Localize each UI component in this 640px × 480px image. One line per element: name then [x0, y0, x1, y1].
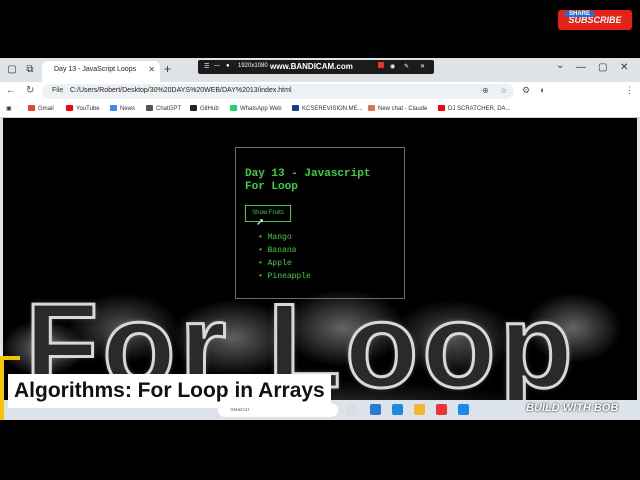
mouse-cursor-icon: ➚ [256, 217, 265, 228]
bookmarks-bar: ▣ Gmail YouTube News ChatGPT GitHub What… [0, 102, 640, 118]
window-close-icon[interactable]: ✕ [620, 62, 628, 73]
demo-card: Day 13 - Javascript For Loop Show Fruits… [235, 147, 405, 299]
zoom-icon[interactable]: ⊕ [482, 86, 489, 95]
file-scheme-label: File [52, 87, 64, 94]
bookmark-star-icon[interactable]: ☆ [500, 86, 507, 95]
window-maximize-icon[interactable]: ▢ [598, 62, 607, 73]
pen-icon[interactable]: ✎ [404, 63, 409, 70]
address-bar: ← ↻ File C:/Users/Robert/Desktop/30%20DA… [0, 82, 640, 102]
close-icon[interactable]: ✕ [420, 63, 425, 70]
bookmark-kcserevision[interactable]: KCSEREVISION.ME... [292, 105, 363, 112]
tab-active[interactable]: Day 13 - JavaScript Loops ✕ [42, 61, 160, 82]
gmail-icon [28, 105, 35, 111]
chevron-down-icon[interactable]: ⌄ [556, 60, 564, 71]
resolution-label: 1920x1080 [238, 63, 268, 69]
list-item: Mango [258, 233, 311, 246]
caption-accent-bar [0, 356, 4, 420]
list-item: Banana [258, 246, 311, 259]
show-fruits-button[interactable]: Show Fruits [245, 205, 291, 222]
bookmark-claude[interactable]: New chat - Claude [368, 105, 427, 112]
page-title: Day 13 - Javascript For Loop [245, 168, 371, 193]
record-indicator-icon[interactable] [378, 62, 384, 68]
news-icon [110, 105, 117, 111]
channel-brand: BUILD WITH BOB [526, 402, 619, 414]
caption-accent-corner [0, 356, 20, 360]
bookmark-github[interactable]: GitHub [190, 105, 219, 112]
reload-icon[interactable]: ↻ [26, 85, 34, 96]
tab-bar: ▢ ⧉ Day 13 - JavaScript Loops ✕ + ☰ — ● … [0, 58, 640, 82]
list-item: Apple [258, 259, 311, 272]
bandicam-toolbar: ☰ — ● 1920x1080 www.BANDICAM.com ◉ ✎ ✕ [198, 60, 434, 74]
claude-icon [368, 105, 375, 111]
kcserevision-icon [292, 105, 299, 111]
tab-close-icon[interactable]: ✕ [148, 65, 155, 74]
video-letterbox-bottom [0, 420, 640, 480]
bookmark-youtube[interactable]: YouTube [66, 105, 100, 112]
tab-title: Day 13 - JavaScript Loops [54, 66, 137, 73]
whatsapp-icon [230, 105, 237, 111]
store-icon[interactable] [392, 404, 403, 415]
tab-actions-icon[interactable]: ▢ [4, 62, 20, 78]
bookmark-gmail[interactable]: Gmail [28, 105, 54, 112]
minimize-icon[interactable]: — [214, 63, 220, 69]
youtube-icon [66, 105, 73, 111]
browser-window: ▢ ⧉ Day 13 - JavaScript Loops ✕ + ☰ — ● … [0, 58, 640, 420]
vscode-icon[interactable] [458, 404, 469, 415]
url-input[interactable]: File C:/Users/Robert/Desktop/30%20DAYS%2… [42, 84, 514, 99]
profile-icon[interactable]: ◐ [540, 85, 545, 95]
back-icon[interactable]: ← [6, 85, 16, 96]
chrome-icon[interactable] [346, 404, 357, 415]
github-icon [190, 105, 197, 111]
camera-icon[interactable]: ◉ [390, 63, 395, 70]
apps-icon[interactable]: ▣ [6, 105, 12, 112]
new-tab-button[interactable]: + [164, 62, 171, 76]
edge-icon[interactable] [370, 404, 381, 415]
bookmark-chatgpt[interactable]: ChatGPT [146, 105, 181, 112]
extensions-icon[interactable]: ⚙ [522, 85, 530, 96]
bookmark-news[interactable]: News [110, 105, 135, 112]
bandicam-icon[interactable] [436, 404, 447, 415]
share-badge: SHARE [565, 11, 595, 17]
bookmark-dj-scratcher[interactable]: DJ SCRATCHER, DA... [438, 105, 511, 112]
mic-icon[interactable]: ● [226, 63, 230, 69]
explorer-icon[interactable] [414, 404, 425, 415]
window-minimize-icon[interactable]: — [576, 62, 586, 73]
dj-scratcher-icon [438, 105, 445, 111]
url-text: C:/Users/Robert/Desktop/30%20DAYS%20WEB/… [70, 87, 292, 94]
bandicam-logo: www.BANDICAM.com [270, 62, 353, 71]
video-caption: Algorithms: For Loop in Arrays [8, 374, 331, 408]
video-letterbox-top [0, 0, 640, 58]
more-menu-icon[interactable]: ⋮ [625, 85, 634, 96]
chatgpt-icon [146, 105, 153, 111]
menu-icon[interactable]: ☰ [204, 63, 209, 70]
bookmark-whatsapp[interactable]: WhatsApp Web [230, 105, 282, 112]
tab-search-icon[interactable]: ⧉ [22, 62, 38, 78]
fruit-list: Mango Banana Apple Pineapple [258, 233, 311, 285]
